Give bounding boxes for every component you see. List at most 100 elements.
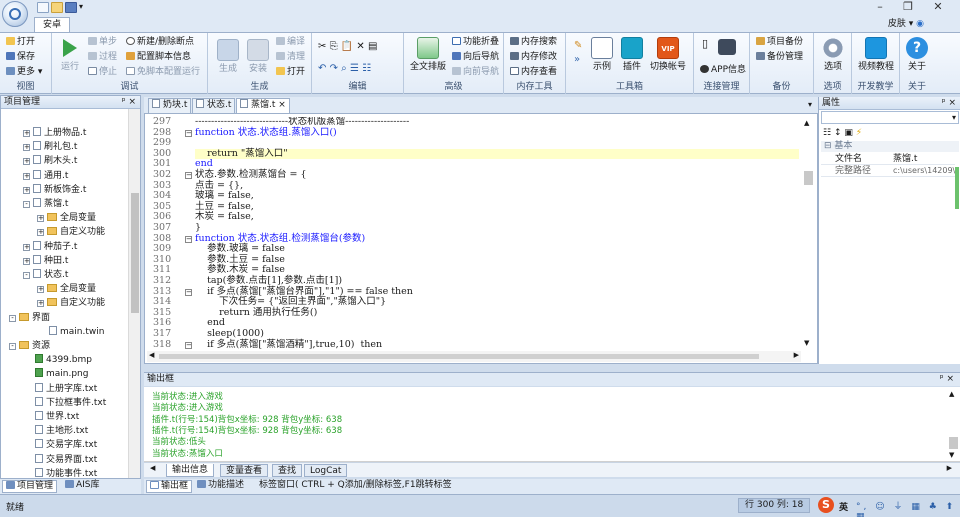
categorized-icon[interactable]: ☷	[823, 128, 831, 138]
scroll-up-icon[interactable]: ▲	[804, 119, 809, 127]
fulltext-format-button[interactable]: 全文排版	[408, 37, 448, 73]
outdent-icon[interactable]: ☷	[362, 63, 371, 74]
code-line[interactable]: 木炭 = false,	[195, 212, 254, 223]
tree-item[interactable]: main.png	[35, 368, 88, 381]
tree-item[interactable]: 主地形.txt	[35, 425, 88, 438]
tree-item[interactable]: - 界面	[9, 312, 50, 325]
expand-icon[interactable]: +	[23, 186, 30, 194]
expand-icon[interactable]: +	[37, 229, 44, 237]
code-line[interactable]: tap(参数.点击[1],参数.点击[1])	[195, 275, 342, 287]
tab-close-icon[interactable]: ×	[278, 100, 286, 110]
binoculars-large-icon[interactable]	[718, 39, 736, 55]
hscroll-thumb[interactable]	[159, 354, 759, 359]
tree-item[interactable]: + 自定义功能	[37, 297, 105, 310]
about-button[interactable]: ? 关于	[903, 37, 931, 73]
compile-button[interactable]: 编译	[276, 37, 305, 48]
fold-toggle-icon[interactable]: −	[185, 129, 192, 137]
backup-manage-button[interactable]: 备份管理	[756, 52, 803, 63]
new-breakpoint-button[interactable]: 新建/删除断点	[126, 37, 194, 48]
tree-item[interactable]: 交易字库.txt	[35, 439, 97, 452]
collapse-icon[interactable]: -	[9, 314, 16, 322]
property-category[interactable]: ⊟ 基本	[821, 141, 959, 152]
copy-icon[interactable]: ⎘	[330, 41, 338, 52]
code-line[interactable]: return "蒸馏入口"	[195, 148, 799, 160]
collapse-icon[interactable]: -	[9, 343, 16, 350]
output-tabs-left-icon[interactable]: ◀	[150, 464, 155, 472]
tree-item[interactable]: + 上册物品.t	[23, 127, 86, 140]
clean-button[interactable]: 清理	[276, 52, 305, 63]
code-line[interactable]: sleep(1000)	[195, 328, 264, 340]
save-button[interactable]: 保存	[6, 52, 35, 63]
expand-icon[interactable]: +	[37, 215, 44, 223]
memory-view-button[interactable]: 内存查看	[510, 67, 557, 78]
open-button[interactable]: 打开	[6, 37, 35, 48]
fold-toggle-icon[interactable]: −	[185, 235, 192, 243]
tab-project-manager[interactable]: 项目管理	[2, 480, 58, 493]
sogou-ime-icon[interactable]: S	[818, 497, 834, 513]
expand-icon[interactable]: +	[37, 286, 44, 294]
collapse-icon[interactable]: -	[23, 272, 30, 279]
app-menu-button[interactable]	[2, 1, 28, 27]
tree-item[interactable]: + 全局变量	[37, 283, 96, 296]
close-button[interactable]: ✕	[925, 0, 951, 15]
stop-button[interactable]: 停止	[88, 67, 117, 78]
editor-vscrollbar[interactable]: ▲ ▼	[801, 117, 815, 349]
tree-item[interactable]: + 刷木头.t	[23, 155, 77, 168]
paste-icon[interactable]: 📋	[341, 41, 353, 52]
tree-item[interactable]: + 全局变量	[37, 212, 96, 225]
memory-search-button[interactable]: 内存搜索	[510, 37, 557, 48]
events-icon[interactable]: ⚡	[856, 128, 862, 138]
tree-item[interactable]: + 刷礼包.t	[23, 141, 77, 154]
more-button[interactable]: 更多 ▾	[6, 67, 42, 78]
tree-item[interactable]: 下拉框事件.txt	[35, 396, 106, 410]
tab-ais-library[interactable]: AIS库	[62, 480, 103, 493]
process-button[interactable]: 过程	[88, 52, 117, 63]
select-all-icon[interactable]: ▤	[368, 41, 377, 52]
fold-button[interactable]: 功能折叠	[452, 37, 499, 48]
fold-toggle-icon[interactable]: −	[185, 288, 192, 296]
tab-file-zhengliu[interactable]: 蒸馏.t ×	[236, 98, 290, 113]
tree-item[interactable]: 4399.bmp	[35, 354, 92, 367]
collapse-icon[interactable]: -	[23, 201, 30, 208]
device-icon[interactable]: ▯	[702, 37, 708, 50]
tree-item[interactable]: + 通用.t	[23, 169, 68, 183]
code-line[interactable]: -----------------------------状态机版蒸馏-----…	[195, 117, 409, 128]
output-scrollbar[interactable]: ▲ ▼	[946, 387, 960, 461]
tree-item[interactable]: 上册字库.txt	[35, 382, 97, 396]
restore-button[interactable]: ❐	[895, 0, 921, 15]
plugin-button[interactable]: 插件	[618, 37, 646, 73]
code-line[interactable]: 状态.参数.检测蒸馏台 = {	[195, 169, 307, 181]
panel-pin-icon[interactable]: ᵖ ×	[122, 96, 136, 108]
output-scroll-thumb[interactable]	[949, 437, 958, 449]
build-open-button[interactable]: 打开	[276, 67, 305, 78]
project-tree-scrollbar[interactable]	[128, 109, 140, 478]
minimize-button[interactable]: –	[867, 0, 893, 15]
tree-item[interactable]: 世界.txt	[35, 411, 79, 424]
switch-account-button[interactable]: VIP 切换帐号	[648, 37, 688, 73]
save-disk-icon[interactable]	[65, 2, 77, 13]
tree-item[interactable]: - 蒸馏.t	[23, 198, 68, 211]
expand-icon[interactable]: +	[23, 257, 30, 265]
config-script-button[interactable]: 配置脚本信息	[126, 52, 191, 63]
properties-object-select[interactable]: ▾	[821, 111, 959, 124]
tab-file-zhuangtai[interactable]: 状态.t	[192, 98, 236, 113]
expand-icon[interactable]: +	[23, 144, 30, 152]
alphabetical-icon[interactable]: ↕	[834, 128, 842, 138]
scroll-left-icon[interactable]: ◀	[149, 351, 154, 359]
scroll-down-icon[interactable]: ▼	[804, 339, 809, 347]
property-row[interactable]: 完整路径 c:\users\14209\	[821, 165, 955, 177]
forward-nav-button[interactable]: 向后导航	[452, 52, 499, 63]
tab-output-box[interactable]: 输出框	[146, 480, 193, 493]
scroll-right-icon[interactable]: ▶	[794, 351, 799, 359]
expand-icon[interactable]: +	[37, 300, 44, 308]
code-line[interactable]: }	[195, 222, 201, 234]
video-tutorial-button[interactable]: 视频教程	[854, 37, 898, 73]
build-button[interactable]: 生成	[214, 39, 242, 75]
fold-toggle-icon[interactable]: −	[185, 341, 192, 349]
output-tab[interactable]: 查找	[272, 464, 303, 477]
tab-home[interactable]: 安卓	[34, 17, 70, 32]
back-nav-button[interactable]: 向前导航	[452, 67, 499, 78]
indent-icon[interactable]: ☰	[350, 63, 359, 74]
no-config-run-checkbox[interactable]: 免脚本配置运行	[126, 67, 200, 78]
props-pin-icon[interactable]: ᵖ ×	[942, 97, 956, 109]
